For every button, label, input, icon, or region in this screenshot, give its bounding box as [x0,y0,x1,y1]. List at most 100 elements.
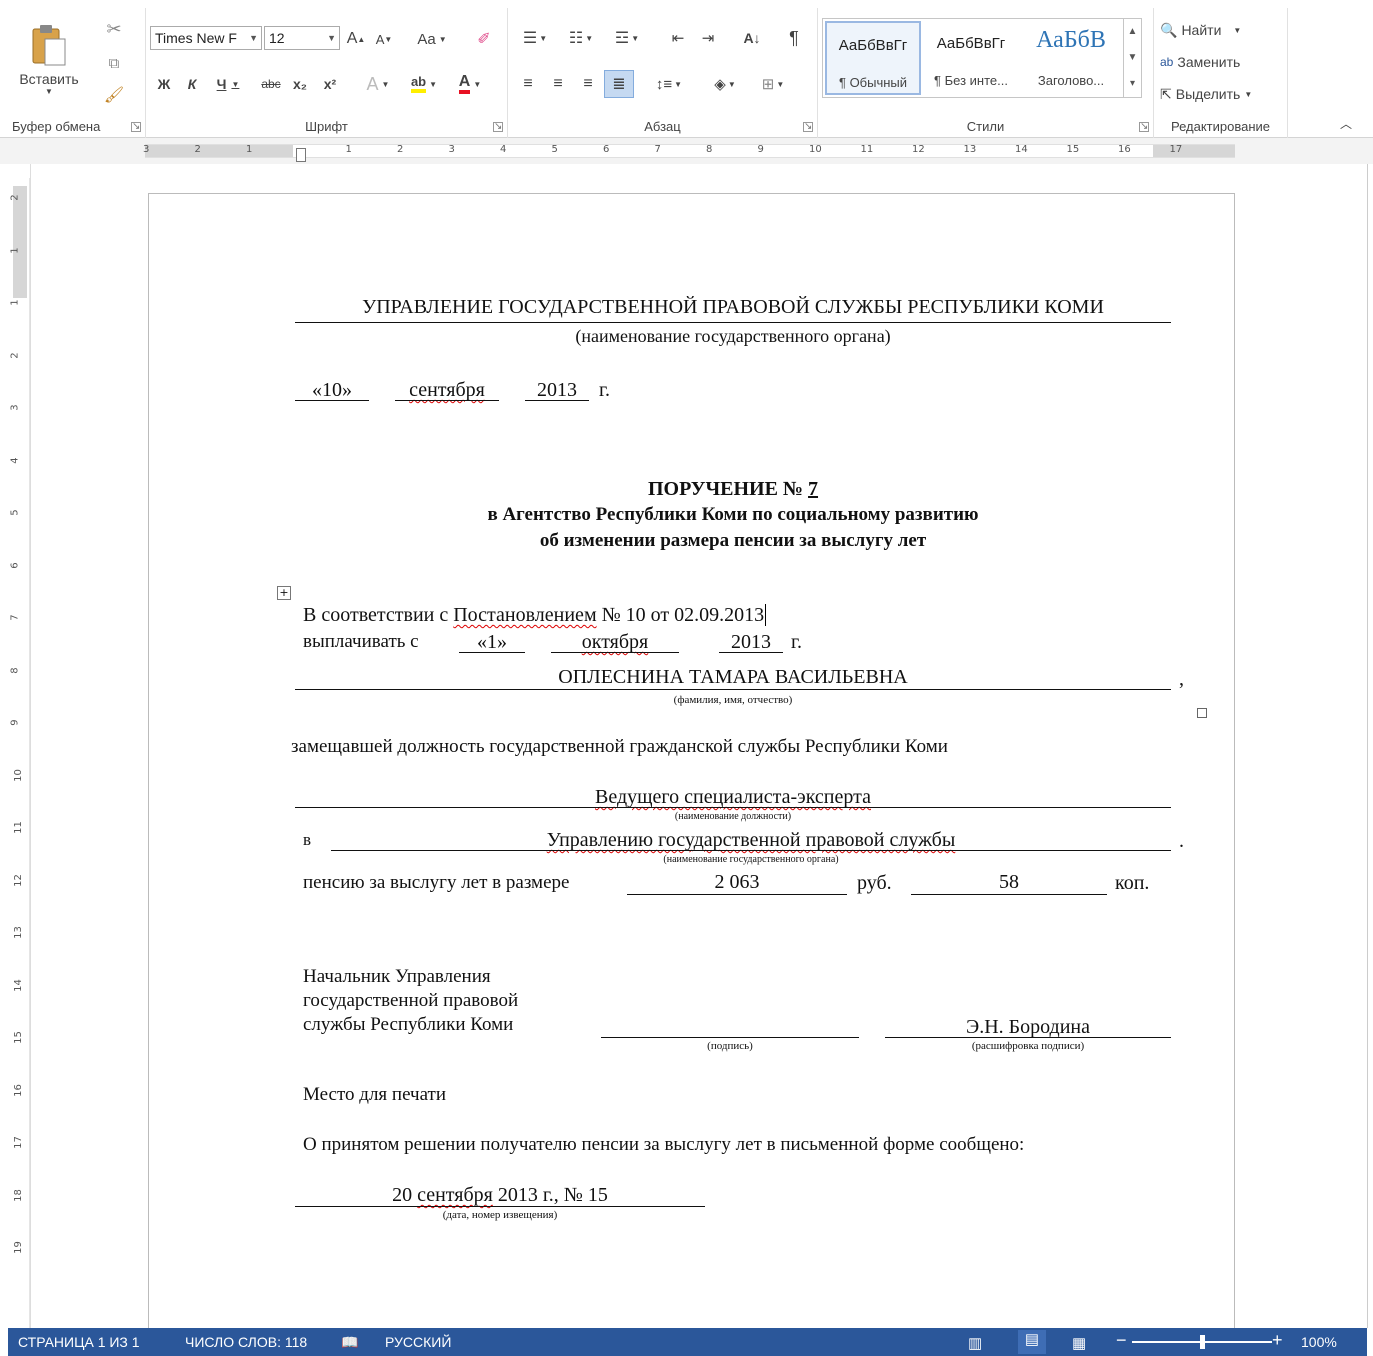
decrease-indent-button[interactable]: ⇤ [664,26,692,50]
notice-caption[interactable]: (дата, номер извещения) [295,1209,705,1221]
bold-button[interactable]: Ж [152,72,176,96]
style-no-spacing[interactable]: АаБбВвГг ¶ Без инте... [923,21,1019,95]
italic-button[interactable]: К [180,72,204,96]
strikethrough-button[interactable]: abc [256,72,286,96]
gallery-more[interactable]: ▾ [1123,71,1141,97]
date-day[interactable]: «10» [295,379,369,402]
pay-year[interactable]: 2013 [719,631,783,654]
font-name-combo[interactable]: Times New F ▼ [150,26,262,50]
format-painter-button[interactable]: 🖌 [102,84,126,106]
date-year[interactable]: 2013 [525,379,589,402]
font-color-button[interactable]: A ▼ [450,72,490,96]
position-name[interactable]: Ведущего специалиста-эксперта [295,786,1171,809]
paste-button[interactable]: Вставить ▼ [18,14,80,104]
dept-name[interactable]: Управлению государственной правовой служ… [331,829,1171,852]
document-page[interactable]: УПРАВЛЕНИЕ ГОСУДАРСТВЕННОЙ ПРАВОВОЙ СЛУЖ… [148,193,1235,1343]
print-layout-icon[interactable]: ▤ [1018,1330,1046,1354]
person-caption[interactable]: (фамилия, имя, отчество) [295,694,1171,706]
sort-button[interactable]: A↓ [738,26,766,50]
word-count[interactable]: ЧИСЛО СЛОВ: 118 [185,1334,307,1350]
style-heading[interactable]: АаБбВ Заголово... [1023,21,1119,95]
line-spacing-button[interactable]: ↕≡ ▼ [648,72,690,96]
paragraph-launcher[interactable]: ↘ [803,122,813,132]
person-comma[interactable]: , [1179,668,1184,691]
chief-line-3[interactable]: службы Республики Коми [303,1014,513,1036]
clear-formatting-button[interactable]: ✐ [472,28,496,50]
pay-g[interactable]: г. [791,631,802,654]
zoom-level[interactable]: 100% [1301,1334,1337,1350]
gallery-scroll-down[interactable]: ▼ [1123,45,1141,71]
position-intro[interactable]: замещавшей должность государственной гра… [291,736,948,758]
rub-label[interactable]: руб. [857,872,892,895]
collapse-ribbon-button[interactable]: ︿ [1336,114,1356,132]
person-name[interactable]: ОПЛЕСНИНА ТАМАРА ВАСИЛЬЕВНА [295,666,1171,689]
notice-value[interactable]: 20 сентября 2013 г., № 15 [295,1184,705,1207]
horizontal-ruler[interactable]: 3 2 1 1 2 3 4 5 6 7 8 9 10 11 12 13 14 15 16 17 [0,138,1373,164]
zoom-in-button[interactable]: + [1272,1330,1283,1351]
web-layout-icon[interactable]: ▦ [1072,1334,1086,1352]
pension-kop-value[interactable]: 58 [911,871,1107,894]
pension-label[interactable]: пенсию за выслугу лет в размере [303,872,569,894]
subscript-button[interactable]: x₂ [288,72,312,96]
align-right-button[interactable]: ≡ [574,72,602,96]
show-marks-button[interactable]: ¶ [780,26,808,50]
font-launcher[interactable]: ↘ [493,122,503,132]
org-caption[interactable]: (наименование государственного органа) [295,326,1171,347]
kop-label[interactable]: коп. [1115,872,1149,895]
font-size-combo[interactable]: 12 ▼ [264,26,340,50]
borders-button[interactable]: ⊞ ▼ [752,72,794,96]
pay-day[interactable]: «1» [459,631,525,654]
highlight-button[interactable]: ab ▼ [404,72,444,96]
underline-button[interactable]: Ч ▼ [208,72,248,96]
table-resize-handle[interactable] [1197,708,1207,718]
page-count[interactable]: СТРАНИЦА 1 ИЗ 1 [18,1334,140,1350]
multilevel-list-button[interactable]: ☲ ▼ [606,26,648,50]
basis-line[interactable]: В соответствии с Постановлением № 10 от … [303,604,767,627]
superscript-button[interactable]: x² [318,72,342,96]
pay-month[interactable]: октября [551,631,679,654]
align-center-button[interactable]: ≡ [544,72,572,96]
style-normal[interactable]: АаБбВвГг ¶ Обычный [825,21,921,95]
in-label[interactable]: в [303,830,311,850]
proofing-icon[interactable]: 📖 [341,1334,358,1351]
change-case-button[interactable]: Aa ▼ [410,28,454,50]
pension-rub-value[interactable]: 2 063 [627,871,847,894]
date-month[interactable]: сентября [395,379,499,402]
numbering-button[interactable]: ☷ ▼ [560,26,602,50]
title-line-3[interactable]: об изменении размера пенсии за выслугу л… [295,530,1171,552]
title-line-2[interactable]: в Агентство Республики Коми по социально… [295,504,1171,526]
cut-button[interactable]: ✂ [102,18,126,40]
zoom-slider-thumb[interactable] [1200,1335,1205,1349]
styles-launcher[interactable]: ↘ [1139,122,1149,132]
position-caption[interactable]: (наименование должности) [295,811,1171,822]
chief-line-1[interactable]: Начальник Управления [303,966,491,988]
table-move-handle-icon[interactable]: + [277,586,291,600]
dept-dot[interactable]: . [1179,830,1184,853]
language[interactable]: РУССКИЙ [385,1334,451,1350]
grow-font-button[interactable]: A ▲ [344,28,368,50]
doc-title[interactable]: ПОРУЧЕНИЕ № 7 [295,478,1171,501]
increase-indent-button[interactable]: ⇥ [694,26,722,50]
copy-button[interactable]: ⧉ [102,52,126,74]
align-left-button[interactable]: ≡ [514,72,542,96]
find-button[interactable]: 🔍 Найти ▼ [1160,18,1270,42]
bullets-button[interactable]: ☰ ▼ [514,26,556,50]
clipboard-launcher[interactable]: ↘ [131,122,141,132]
gallery-scroll-up[interactable]: ▲ [1123,19,1141,45]
signature-caption[interactable]: (подпись) [601,1040,859,1052]
date-g[interactable]: г. [599,379,610,402]
notice-text[interactable]: О принятом решении получателю пенсии за … [303,1134,1024,1156]
pay-from-label[interactable]: выплачивать с [303,631,419,653]
text-effects-button[interactable]: A ▼ [360,72,396,96]
org-name[interactable]: УПРАВЛЕНИЕ ГОСУДАРСТВЕННОЙ ПРАВОВОЙ СЛУЖ… [295,296,1171,319]
dept-caption[interactable]: (наименование государственного органа) [331,854,1171,865]
indent-marker[interactable] [296,148,306,162]
shading-button[interactable]: ◈ ▼ [704,72,746,96]
read-mode-icon[interactable]: ▥ [968,1334,982,1352]
justify-button[interactable]: ≣ [604,70,634,98]
signer-name[interactable]: Э.Н. Бородина [885,1016,1171,1039]
stamp-place[interactable]: Место для печати [303,1084,446,1106]
signer-caption[interactable]: (расшифровка подписи) [885,1040,1171,1052]
shrink-font-button[interactable]: A ▼ [372,28,396,50]
vertical-ruler[interactable]: 2 1 1 2 3 4 5 6 7 8 9 10 11 12 13 14 15 16 17 18 19 [10,178,30,1328]
